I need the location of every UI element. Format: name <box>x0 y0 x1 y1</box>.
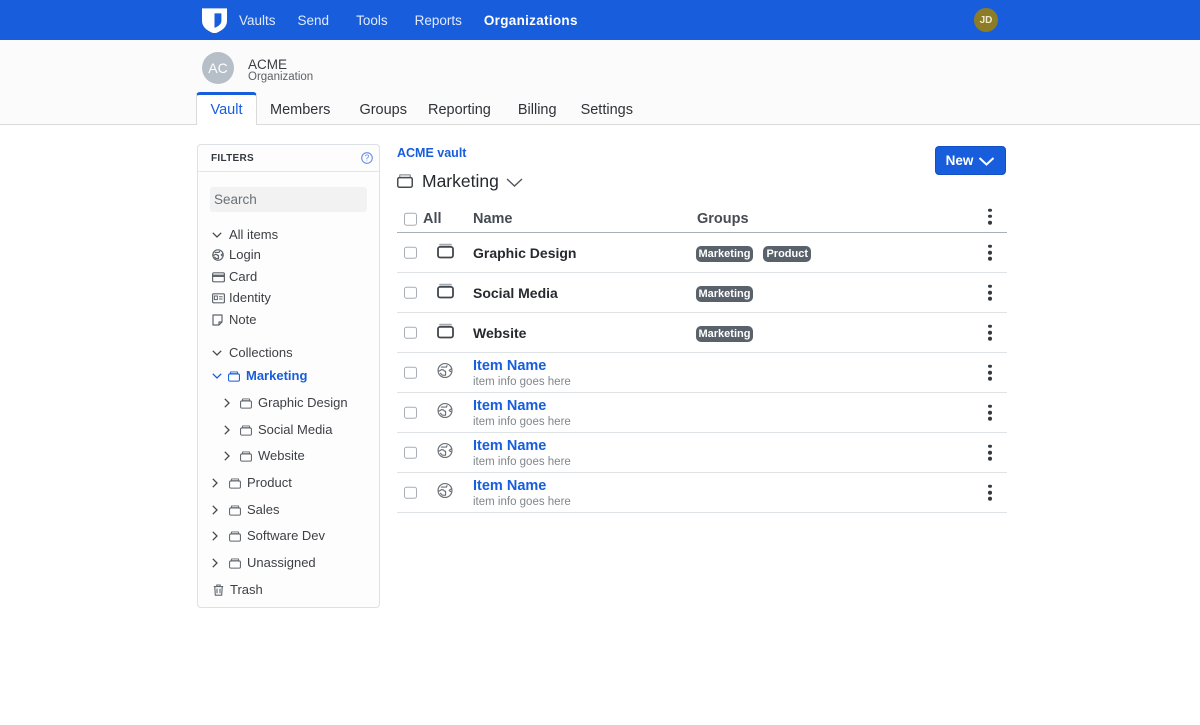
svg-text:?: ? <box>365 154 370 163</box>
